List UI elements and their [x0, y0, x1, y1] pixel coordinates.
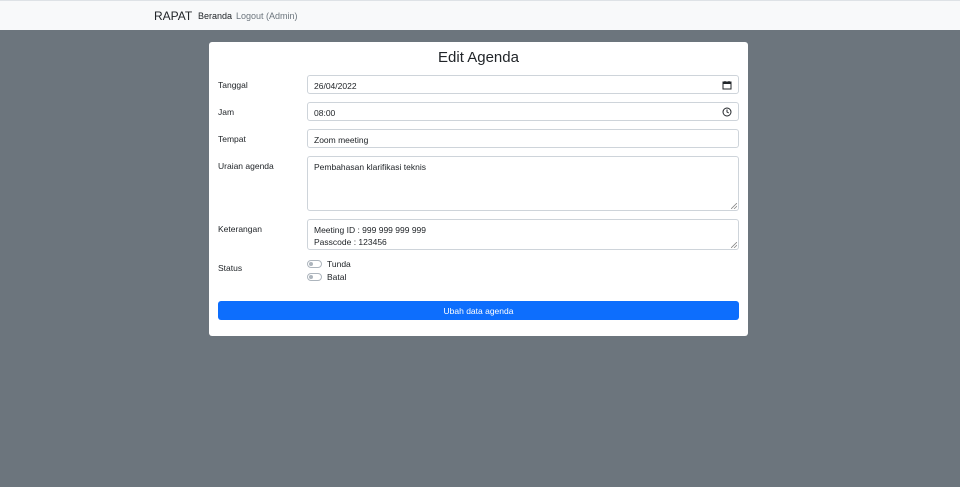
nav-link-beranda[interactable]: Beranda — [198, 11, 232, 21]
tempat-label: Tempat — [218, 134, 246, 144]
tempat-value: Zoom meeting — [314, 135, 369, 145]
edit-agenda-card: Edit Agenda Tanggal 26/04/2022 Jam 08:00… — [209, 42, 748, 336]
resize-handle-icon[interactable] — [731, 203, 737, 209]
page-title: Edit Agenda — [438, 49, 519, 66]
keterangan-line-2: Passcode : 123456 — [314, 237, 387, 247]
clock-icon[interactable] — [722, 107, 732, 117]
keterangan-line-1: Meeting ID : 999 999 999 999 — [314, 225, 426, 235]
keterangan-label: Keterangan — [218, 224, 262, 234]
uraian-textarea[interactable]: Pembahasan klarifikasi teknis — [307, 156, 739, 211]
keterangan-textarea[interactable]: Meeting ID : 999 999 999 999 Passcode : … — [307, 219, 739, 250]
toggle-switch-batal[interactable] — [307, 273, 322, 281]
status-label: Status — [218, 263, 243, 273]
nav-link-logout[interactable]: Logout (Admin) — [236, 11, 298, 21]
uraian-value: Pembahasan klarifikasi teknis — [314, 162, 426, 172]
jam-input[interactable]: 08:00 — [307, 102, 739, 121]
jam-label: Jam — [218, 107, 235, 117]
tanggal-value: 26/04/2022 — [314, 81, 357, 91]
tanggal-label: Tanggal — [218, 80, 248, 90]
tempat-input[interactable]: Zoom meeting — [307, 129, 739, 148]
navbar: RAPAT Beranda Logout (Admin) — [0, 0, 960, 30]
calendar-icon[interactable] — [722, 80, 732, 90]
tanggal-input[interactable]: 26/04/2022 — [307, 75, 739, 94]
navbar-brand[interactable]: RAPAT — [154, 9, 192, 23]
resize-handle-icon[interactable] — [731, 242, 737, 248]
jam-value: 08:00 — [314, 108, 336, 118]
switch-batal-label: Batal — [327, 272, 347, 282]
toggle-switch-tunda[interactable] — [307, 260, 322, 268]
switch-tunda-label: Tunda — [327, 259, 351, 269]
uraian-label: Uraian agenda — [218, 161, 274, 171]
submit-button[interactable]: Ubah data agenda — [218, 301, 739, 320]
